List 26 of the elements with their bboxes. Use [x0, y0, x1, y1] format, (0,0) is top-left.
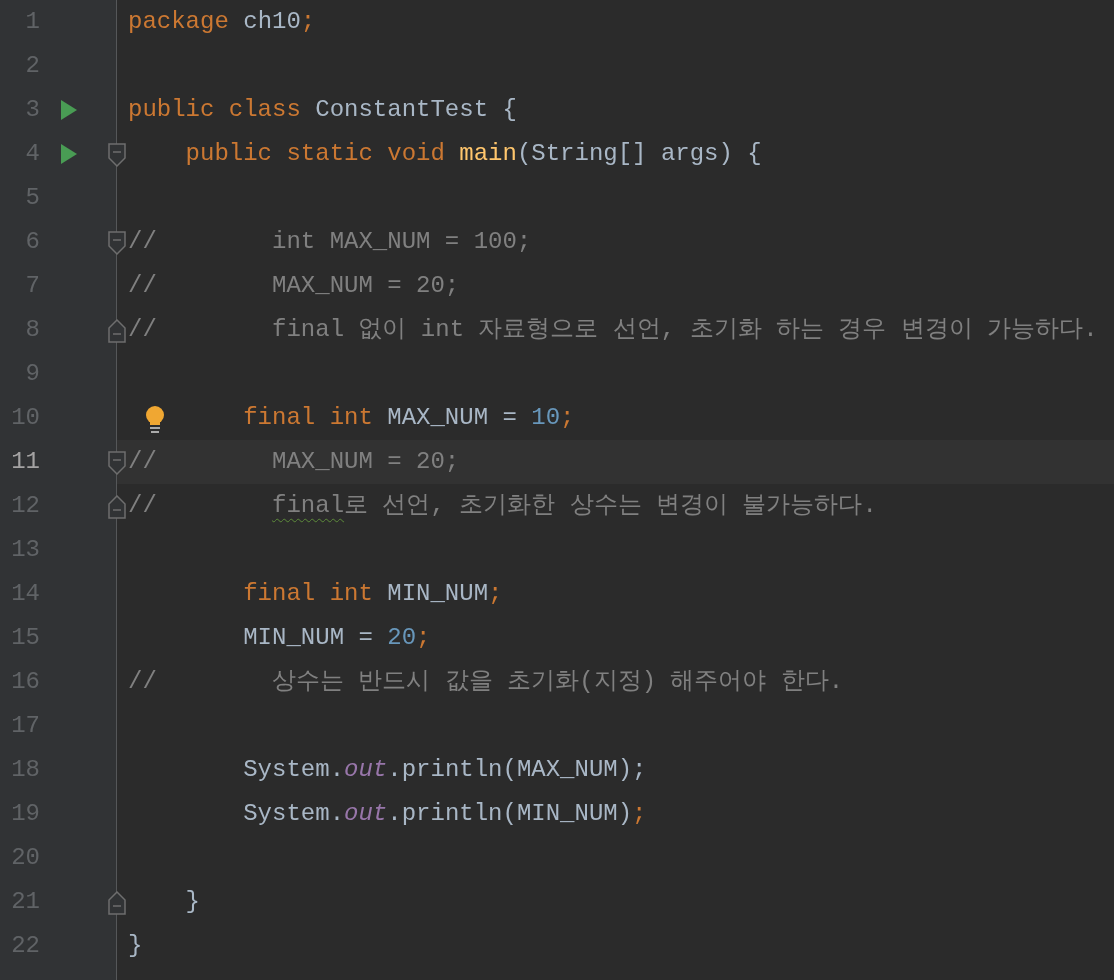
- code-line: final int MIN_NUM;: [243, 579, 503, 609]
- code-line: package ch10;: [128, 7, 316, 37]
- fold-icon[interactable]: [108, 143, 126, 167]
- code-line: // int MAX_NUM = 100;: [128, 227, 532, 257]
- run-icon[interactable]: [61, 144, 77, 164]
- code-line: }: [128, 931, 143, 961]
- code-line: final int MAX_NUM = 10;: [243, 403, 575, 433]
- code-line: }: [185, 887, 200, 917]
- code-line: System.out.println(MIN_NUM);: [243, 799, 647, 829]
- code-line: // final로 선언, 초기화한 상수는 변경이 불가능하다.: [128, 491, 877, 521]
- code-line: System.out.println(MAX_NUM);: [243, 755, 647, 785]
- code-line: public class ConstantTest {: [128, 95, 517, 125]
- code-line: MIN_NUM = 20;: [243, 623, 431, 653]
- line-number: 11: [10, 447, 40, 477]
- lightbulb-icon[interactable]: [144, 406, 166, 434]
- run-icon[interactable]: [61, 100, 77, 120]
- code-line: // final 없이 int 자료형으로 선언, 초기화 하는 경우 변경이 가능하다.: [128, 315, 1098, 345]
- code-line: public static void main(String[] args) {: [185, 139, 762, 169]
- code-line: // MAX_NUM = 20;: [128, 447, 460, 477]
- code-line: // 상수는 반드시 값을 초기화(지정) 해주어야 한다.: [128, 667, 844, 697]
- fold-icon[interactable]: [108, 495, 126, 519]
- code-line: // MAX_NUM = 20;: [128, 271, 460, 301]
- fold-icon[interactable]: [108, 451, 126, 475]
- fold-icon[interactable]: [108, 891, 126, 915]
- fold-icon[interactable]: [108, 319, 126, 343]
- fold-icon[interactable]: [108, 231, 126, 255]
